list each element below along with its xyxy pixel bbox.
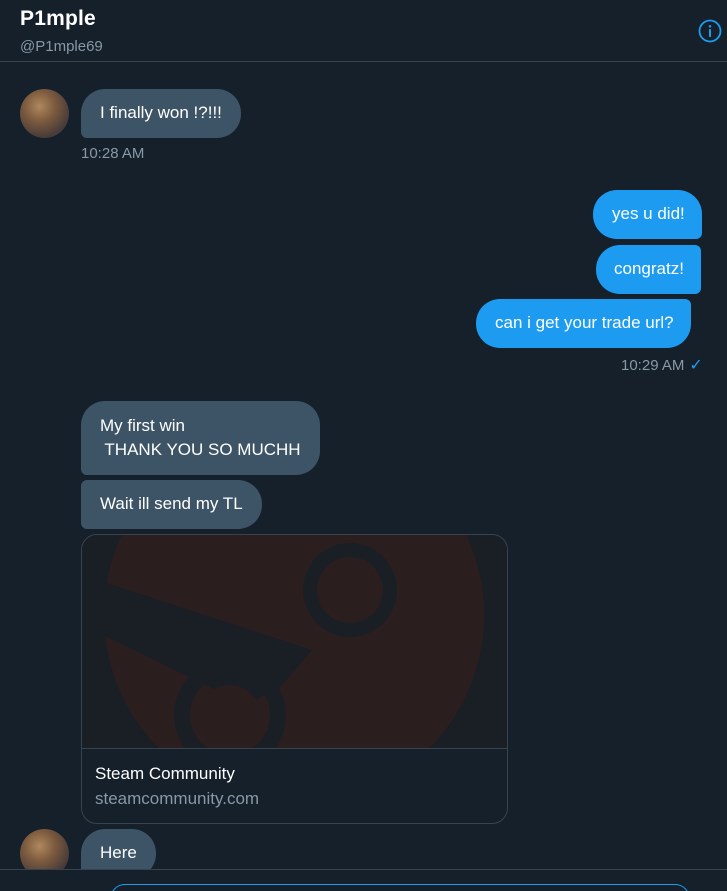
message-bubble-outgoing: yes u did! — [593, 190, 702, 239]
link-preview-image — [82, 535, 507, 749]
conversation-header: P1mple @P1mple69 — [0, 0, 727, 62]
message-timestamp: 10:28 AM — [81, 145, 145, 162]
info-icon[interactable] — [698, 19, 722, 43]
message-bubble-incoming: My first win THANK YOU SO MUCHH — [81, 401, 320, 475]
contact-display-name[interactable]: P1mple — [20, 7, 96, 31]
link-preview-card[interactable]: Steam Community steamcommunity.com — [81, 534, 508, 824]
message-bubble-incoming: Wait ill send my TL — [81, 480, 262, 529]
steam-logo-icon — [82, 535, 484, 748]
contact-handle[interactable]: @P1mple69 — [20, 38, 103, 55]
checkmark-icon: ✓ — [689, 357, 703, 374]
message-timestamp-row: 10:29 AM ✓ — [621, 355, 703, 375]
message-bubble-incoming: I finally won !?!!! — [81, 89, 241, 138]
message-bubble-outgoing: can i get your trade url? — [476, 299, 691, 348]
link-preview-domain: steamcommunity.com — [95, 789, 260, 808]
message-bubble-outgoing: congratz! — [596, 245, 701, 294]
message-input[interactable] — [110, 884, 690, 891]
message-timestamp: 10:29 AM — [621, 357, 685, 374]
dm-conversation: P1mple @P1mple69 I finally won !?!!! 10:… — [0, 0, 727, 891]
link-preview-title: Steam Community — [95, 764, 235, 783]
avatar[interactable] — [20, 89, 69, 138]
